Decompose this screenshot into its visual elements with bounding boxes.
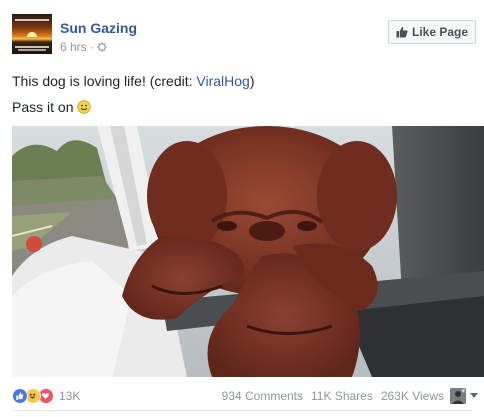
like-reaction-icon <box>12 388 28 404</box>
post-text-line-1: This dog is loving life! (credit: ViralH… <box>12 73 255 89</box>
smiley-icon <box>77 100 92 114</box>
credit-link[interactable]: ViralHog <box>196 73 249 89</box>
views-count[interactable]: 263K Views <box>381 389 444 403</box>
post-text-end: ) <box>249 73 255 89</box>
page-name[interactable]: Sun Gazing <box>60 20 137 36</box>
post-text: This dog is loving life! (credit: <box>12 73 197 89</box>
engagement-stats: 934 Comments 11K Shares 263K Views <box>222 389 444 403</box>
avatar-text-line <box>18 49 46 51</box>
post-text-second: Pass it on <box>12 99 74 115</box>
post-meta: 6 hrs · <box>60 40 107 54</box>
meta-separator: · <box>89 40 94 54</box>
like-reaction-glyph <box>16 392 24 400</box>
avatar-text-line <box>15 46 49 48</box>
comments-count[interactable]: 934 Comments <box>222 389 303 403</box>
post-footer: 13K 934 Comments 11K Shares 263K Views <box>0 384 484 410</box>
video-frame <box>12 126 484 377</box>
avatar-text-line <box>15 19 49 21</box>
globe-icon[interactable] <box>96 42 107 52</box>
shares-count[interactable]: 11K Shares <box>311 389 373 403</box>
facebook-post: Sun Gazing 6 hrs · Like Page This dog is… <box>0 0 484 417</box>
caret-down-icon[interactable] <box>470 393 478 398</box>
video-player[interactable] <box>12 126 484 377</box>
reactions-summary[interactable]: 13K <box>12 388 80 404</box>
like-page-label: Like Page <box>411 25 469 39</box>
viewer-avatar-image <box>450 388 466 404</box>
thumbs-up-icon <box>396 26 408 38</box>
viewer-avatar[interactable] <box>450 388 466 404</box>
divider <box>12 410 472 411</box>
avatar-sun <box>27 32 37 37</box>
page-avatar[interactable] <box>12 14 52 54</box>
post-text-line-2: Pass it on <box>12 99 92 115</box>
like-page-button[interactable]: Like Page <box>388 20 476 44</box>
reaction-count: 13K <box>59 389 81 403</box>
post-time[interactable]: 6 hrs <box>60 40 87 54</box>
